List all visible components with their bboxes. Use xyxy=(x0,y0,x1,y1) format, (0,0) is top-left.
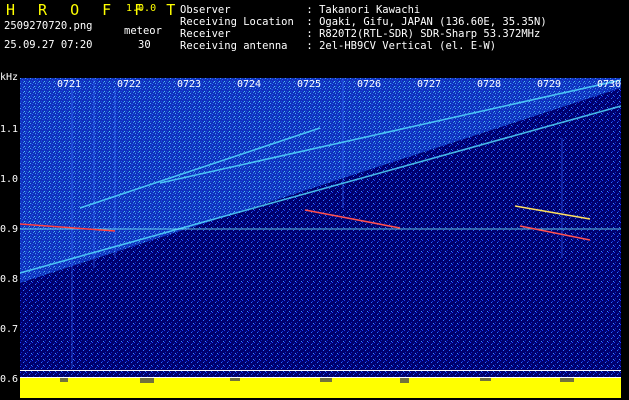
x-tick-0722: 0722 xyxy=(117,79,142,90)
x-tick-0727: 0727 xyxy=(417,79,442,90)
receiver-line: Receiver : R820T2(RTL-SDR) SDR-Sharp 53.… xyxy=(180,28,541,40)
y-tick-1.1: 1.1 xyxy=(0,124,19,135)
x-tick-0728: 0728 xyxy=(477,79,502,90)
app-version: 1.0.0 xyxy=(126,3,157,14)
timestamp: 25.09.27 07:20 xyxy=(4,39,93,51)
frequency-unit-label: kHz xyxy=(0,72,19,83)
x-tick-0725: 0725 xyxy=(297,79,322,90)
location-line: Receiving Location : Ogaki, Gifu, JAPAN … xyxy=(180,16,547,28)
antenna-line: Receiving antenna : 2el-HB9CV Vertical (… xyxy=(180,40,497,52)
observer-line: Observer : Takanori Kawachi xyxy=(180,4,421,16)
mode-label: meteor xyxy=(124,25,162,37)
x-tick-0729: 0729 xyxy=(537,79,562,90)
y-tick-0.9: 0.9 xyxy=(0,224,19,235)
x-tick-0721: 0721 xyxy=(57,79,82,90)
x-tick-0723: 0723 xyxy=(177,79,202,90)
y-tick-0.7: 0.7 xyxy=(0,324,19,335)
baseline-line-2 xyxy=(20,377,621,378)
baseline-line-1 xyxy=(20,370,621,371)
spectrogram-panel xyxy=(20,78,621,398)
x-tick-0724: 0724 xyxy=(237,79,262,90)
y-tick-0.6: 0.6 xyxy=(0,374,19,385)
spectrogram-image xyxy=(20,78,621,398)
file-name: 2509270720.png xyxy=(4,20,93,32)
y-tick-1.0: 1.0 xyxy=(0,174,19,185)
x-tick-0726: 0726 xyxy=(357,79,382,90)
y-tick-0.8: 0.8 xyxy=(0,274,19,285)
x-tick-0730: 0730 xyxy=(597,79,622,90)
meteor-count: 30 xyxy=(138,39,151,51)
